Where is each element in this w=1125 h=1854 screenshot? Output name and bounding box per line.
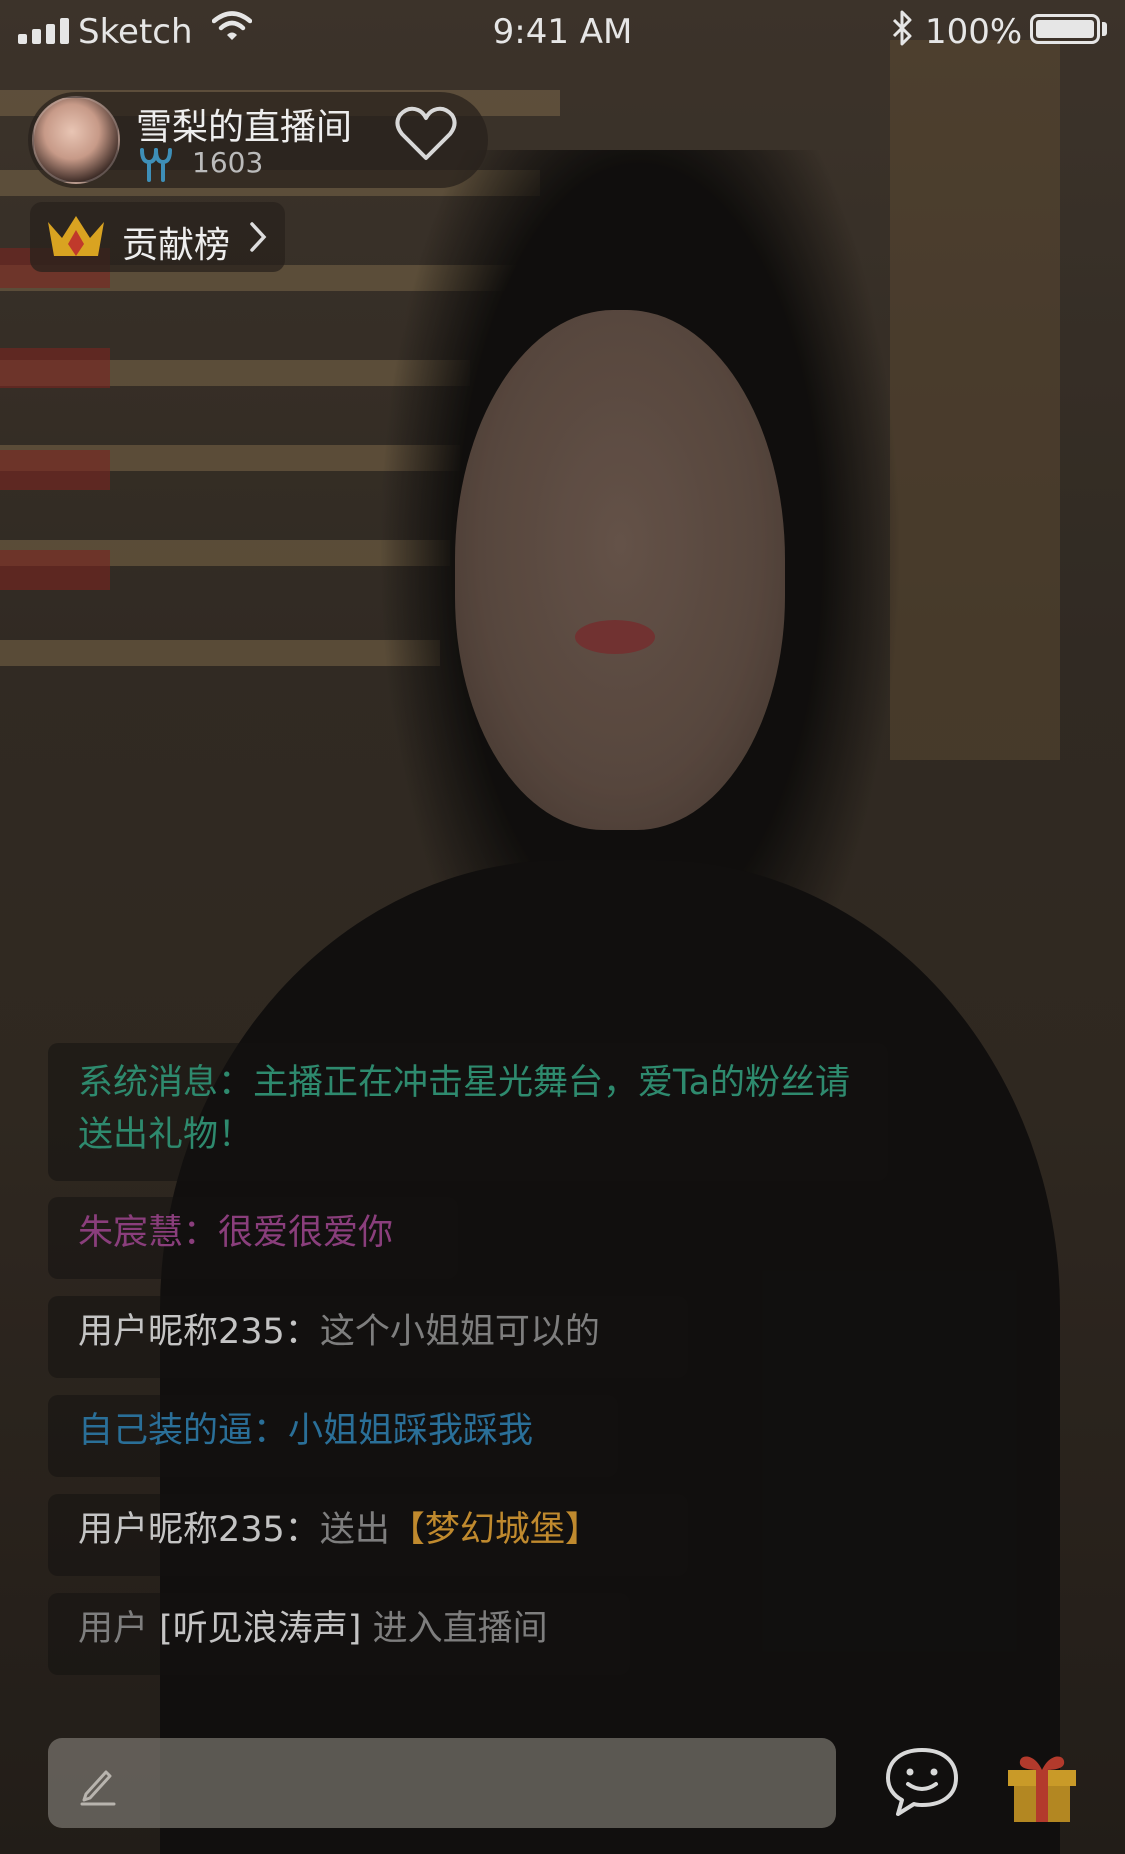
chat-sender: 朱宸慧： xyxy=(78,1213,219,1253)
gift-icon[interactable] xyxy=(1004,1748,1080,1828)
battery-tip xyxy=(1102,22,1107,36)
bluetooth-icon xyxy=(890,8,914,57)
live-room-screen: Sketch 9:41 AM 100% 雪梨的直播间 1603 贡献榜 系统消息… xyxy=(0,0,1125,1854)
host-avatar[interactable] xyxy=(32,96,120,184)
chat-text: 送出 xyxy=(319,1510,390,1550)
chevron-right-icon xyxy=(248,220,268,258)
contribution-rank-button[interactable]: 贡献榜 xyxy=(30,202,285,272)
chat-text: 用户 xyxy=(78,1609,149,1649)
crown-icon xyxy=(44,212,108,264)
gift-name: 【梦幻城堡】 xyxy=(389,1510,600,1550)
chat-text: 进入直播间 xyxy=(372,1609,548,1649)
chat-message: 自己装的逼：小姐姐踩我踩我 xyxy=(48,1395,618,1477)
chat-text: 这个小姐姐可以的 xyxy=(319,1312,600,1352)
comment-input[interactable] xyxy=(48,1738,836,1828)
chat-message: 用户昵称235：这个小姐姐可以的 xyxy=(48,1296,688,1378)
chat-sender: [听见浪涛声] xyxy=(159,1609,362,1649)
chat-message-system: 系统消息：主播正在冲击星光舞台，爱Ta的粉丝请送出礼物！ xyxy=(48,1043,888,1181)
chat-text: 小姐姐踩我踩我 xyxy=(288,1411,534,1451)
viewers-icon xyxy=(136,142,176,186)
chat-sender: 用户昵称235： xyxy=(78,1312,320,1352)
battery-percentage: 100% xyxy=(925,12,1023,52)
pencil-icon xyxy=(76,1762,120,1810)
battery-icon xyxy=(1030,14,1100,44)
heart-icon[interactable] xyxy=(394,104,458,166)
chat-sender: 自己装的逼： xyxy=(78,1411,289,1451)
chat-text: 很爱很爱你 xyxy=(218,1213,394,1253)
chat-bubble-icon[interactable] xyxy=(882,1744,962,1822)
chat-message: 朱宸慧：很爱很爱你 xyxy=(48,1197,458,1279)
host-info-pill[interactable]: 雪梨的直播间 1603 xyxy=(28,92,488,188)
chat-message-gift: 用户昵称235：送出【梦幻城堡】 xyxy=(48,1494,688,1576)
viewer-count: 1603 xyxy=(192,146,264,179)
chat-sender: 系统消息： xyxy=(78,1063,254,1103)
status-bar: Sketch 9:41 AM 100% xyxy=(0,0,1125,64)
rank-label: 贡献榜 xyxy=(122,225,231,266)
chat-message-enter: 用户 [听见浪涛声] 进入直播间 xyxy=(48,1593,630,1675)
chat-sender: 用户昵称235： xyxy=(78,1510,320,1550)
